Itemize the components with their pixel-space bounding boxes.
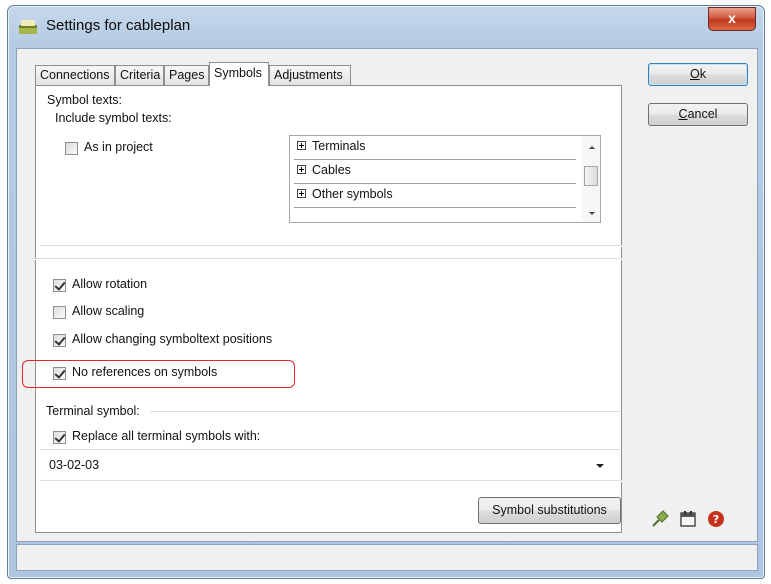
divider <box>150 411 620 413</box>
scroll-up-icon[interactable] <box>589 146 595 149</box>
tree-item-label: Cables <box>312 163 351 177</box>
tree-item-other-symbols[interactable]: Other symbols <box>294 184 576 208</box>
tab-label: Pages <box>169 68 205 82</box>
allow-changing-symboltext-positions-checkbox[interactable] <box>53 334 66 347</box>
cancel-button[interactable]: Cancel <box>648 103 748 126</box>
symbol-substitutions-button[interactable]: Symbol substitutions <box>478 497 621 524</box>
tab-criteria[interactable]: Criteria <box>115 65 164 85</box>
app-icon <box>19 20 37 34</box>
calendar-icon[interactable] <box>679 510 697 528</box>
tree-item-cables[interactable]: Cables <box>294 160 576 184</box>
tab-label: Adjustments <box>274 68 343 82</box>
divider <box>40 480 622 482</box>
replace-terminal-symbols-checkbox[interactable] <box>53 431 66 444</box>
no-references-on-symbols-checkbox[interactable] <box>53 367 66 380</box>
cancel-label: ancel <box>687 107 718 121</box>
ok-mnemonic: O <box>690 67 700 81</box>
dialog-window: Settings for cableplan x Connections Cri… <box>7 5 765 579</box>
tab-label: Criteria <box>120 68 161 82</box>
allow-rotation-checkbox[interactable] <box>53 279 66 292</box>
terminal-symbol-heading: Terminal symbol: <box>46 404 140 418</box>
chevron-down-icon[interactable] <box>596 464 604 468</box>
close-icon: x <box>728 10 736 26</box>
tree-item-label: Terminals <box>312 139 366 153</box>
divider <box>40 245 622 247</box>
allow-scaling-checkbox[interactable] <box>53 306 66 319</box>
symbol-text-tree[interactable]: Terminals Cables Other symbols <box>289 135 601 223</box>
tab-label: Symbols <box>214 66 262 80</box>
tab-label: Connections <box>40 68 110 82</box>
cancel-mnemonic: C <box>678 107 688 121</box>
tree-item-terminals[interactable]: Terminals <box>294 136 576 160</box>
expand-icon[interactable] <box>297 141 306 150</box>
help-icon[interactable]: ? <box>707 510 725 528</box>
terminal-symbol-value: 03-02-03 <box>49 458 100 472</box>
tree-item-label: Other symbols <box>312 187 393 201</box>
no-references-on-symbols-label: No references on symbols <box>72 365 218 379</box>
divider <box>30 258 622 260</box>
svg-text:?: ? <box>713 513 719 526</box>
button-label: Symbol substitutions <box>492 503 607 517</box>
tab-symbols[interactable]: Symbols <box>209 62 269 86</box>
window-title: Settings for cableplan <box>46 17 191 34</box>
scroll-thumb[interactable] <box>584 166 598 186</box>
allow-rotation-label: Allow rotation <box>72 277 148 291</box>
ok-button[interactable]: Ok <box>648 63 748 86</box>
close-button[interactable]: x <box>708 7 756 31</box>
scroll-down-icon[interactable] <box>589 212 595 215</box>
include-symbol-texts-label: Include symbol texts: <box>55 111 172 125</box>
pin-icon[interactable] <box>651 510 669 528</box>
allow-scaling-label: Allow scaling <box>72 304 145 318</box>
status-bar <box>16 544 758 571</box>
terminal-symbol-select[interactable]: 03-02-03 <box>44 455 614 477</box>
expand-icon[interactable] <box>297 189 306 198</box>
allow-changing-symboltext-positions-label: Allow changing symboltext positions <box>72 332 273 346</box>
tab-connections[interactable]: Connections <box>35 65 115 85</box>
title-bar[interactable]: Settings for cableplan x <box>8 6 764 43</box>
tree-scrollbar[interactable] <box>582 136 600 222</box>
as-in-project-label: As in project <box>84 140 153 154</box>
expand-icon[interactable] <box>297 165 306 174</box>
symbol-texts-heading: Symbol texts: <box>47 93 123 107</box>
tab-adjustments[interactable]: Adjustments <box>269 65 351 85</box>
as-in-project-checkbox[interactable] <box>65 142 78 155</box>
tab-pages[interactable]: Pages <box>164 65 209 85</box>
divider <box>40 449 620 451</box>
ok-label: k <box>699 67 706 81</box>
replace-terminal-symbols-label: Replace all terminal symbols with: <box>72 429 261 443</box>
